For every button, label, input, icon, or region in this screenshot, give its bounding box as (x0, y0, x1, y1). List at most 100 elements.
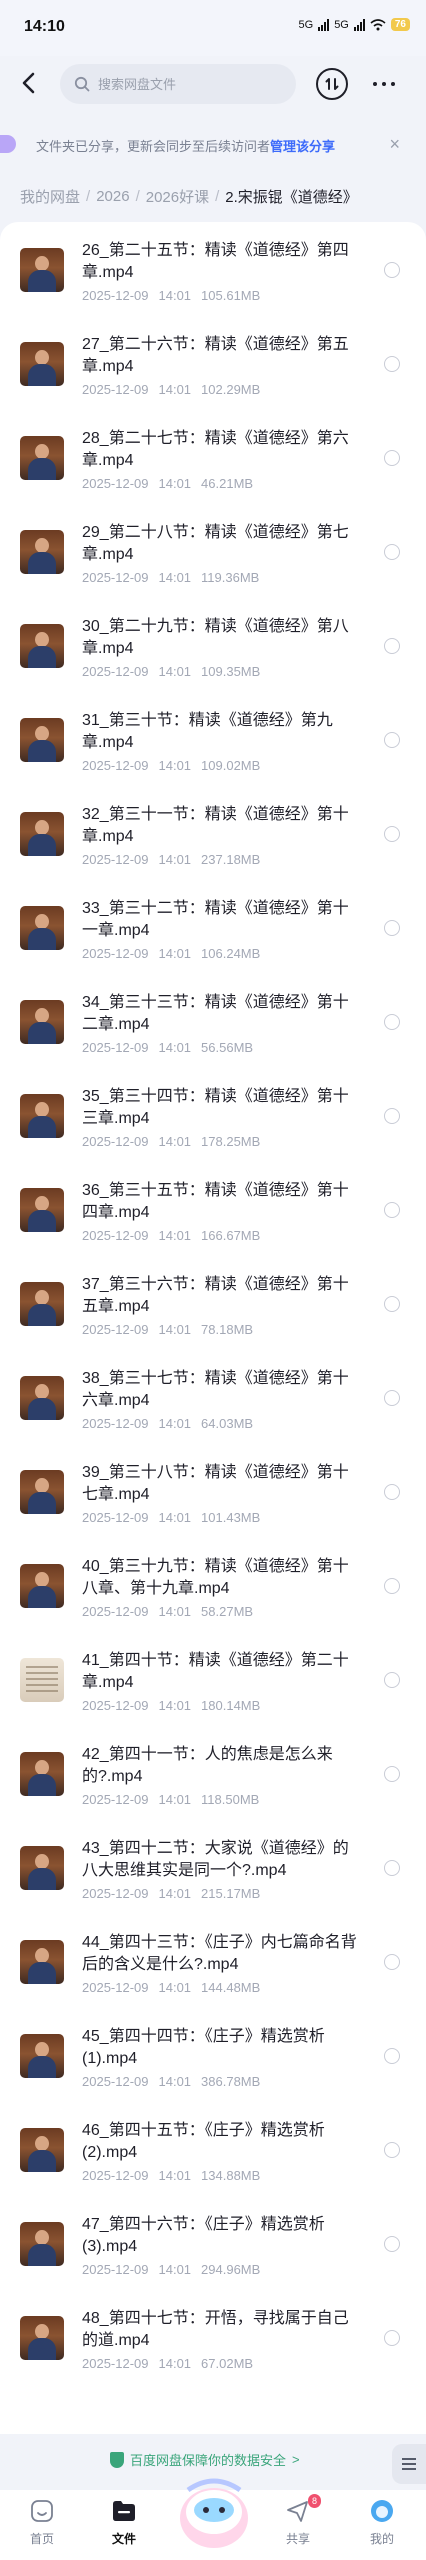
select-radio[interactable] (384, 544, 400, 560)
file-row[interactable]: 33_第三十二节：精读《道德经》第十一章.mp4 2025-12-09 14:01 1… (0, 886, 426, 980)
tab-profile[interactable]: 我的 (352, 2498, 412, 2547)
select-radio[interactable] (384, 920, 400, 936)
breadcrumb-item[interactable]: 我的网盘 (20, 186, 80, 207)
file-row[interactable]: 34_第三十三节：精读《道德经》第十二章.mp4 2025-12-09 14:01 5… (0, 980, 426, 1074)
select-radio[interactable] (384, 1672, 400, 1688)
file-time: 14:01 (158, 1040, 192, 1055)
file-row[interactable]: 40_第三十九节：精读《道德经》第十八章、第十九章.mp4 2025-12-09 1… (0, 1544, 426, 1638)
file-name: 26_第二十五节：精读《道德经》第四章.mp4 (82, 242, 349, 281)
side-menu-button[interactable] (392, 2444, 426, 2484)
file-meta: 2025-12-09 14:01 58.27MB (82, 1604, 253, 1619)
file-row[interactable]: 44_第四十三节：《庄子》内七篇命名背后的含义是什么?.mp4 2025-12-0… (0, 1920, 426, 2014)
file-meta: 2025-12-09 14:01 178.25MB (82, 1134, 260, 1149)
select-radio[interactable] (384, 2330, 400, 2346)
select-radio[interactable] (384, 2048, 400, 2064)
select-radio[interactable] (384, 1390, 400, 1406)
file-row[interactable]: 37_第三十六节：精读《道德经》第十五章.mp4 2025-12-09 14:01 7… (0, 1262, 426, 1356)
file-size: 119.36MB (201, 570, 260, 585)
select-radio[interactable] (384, 1860, 400, 1876)
file-time: 14:01 (158, 2168, 192, 2183)
file-time: 14:01 (158, 1416, 192, 1431)
select-radio[interactable] (384, 1296, 400, 1312)
breadcrumb-item[interactable]: 2026好课 (146, 186, 209, 207)
select-radio[interactable] (384, 732, 400, 748)
file-row[interactable]: 41_第四十节：精读《道德经》第二十章.mp4 2025-12-09 14:01 18… (0, 1638, 426, 1732)
select-radio[interactable] (384, 450, 400, 466)
file-size: 46.21MB (201, 476, 254, 491)
file-row[interactable]: 26_第二十五节：精读《道德经》第四章.mp4 2025-12-09 14:01 10… (0, 228, 426, 322)
select-radio[interactable] (384, 2142, 400, 2158)
video-thumbnail-icon (20, 1188, 64, 1232)
file-date: 2025-12-09 (82, 2074, 149, 2089)
more-button[interactable] (366, 70, 402, 98)
file-date: 2025-12-09 (82, 758, 149, 773)
file-date: 2025-12-09 (82, 1510, 149, 1525)
select-radio[interactable] (384, 1954, 400, 1970)
video-thumbnail-icon (20, 530, 64, 574)
tab-files[interactable]: 文件 (94, 2498, 154, 2547)
select-radio[interactable] (384, 1202, 400, 1218)
file-row[interactable]: 39_第三十八节：精读《道德经》第十七章.mp4 2025-12-09 14:01 1… (0, 1450, 426, 1544)
tab-home[interactable]: 首页 (12, 2498, 72, 2547)
shield-icon (110, 2451, 124, 2468)
file-row[interactable]: 35_第三十四节：精读《道德经》第十三章.mp4 2025-12-09 14:01 1… (0, 1074, 426, 1168)
select-radio[interactable] (384, 262, 400, 278)
file-row[interactable]: 30_第二十九节：精读《道德经》第八章.mp4 2025-12-09 14:01 10… (0, 604, 426, 698)
file-name: 43_第四十二节：大家说《道德经》的八大思维其实是同一个?.mp4 (82, 1840, 349, 1879)
file-size: 58.27MB (201, 1604, 254, 1619)
select-radio[interactable] (384, 2236, 400, 2252)
file-row[interactable]: 28_第二十七节：精读《道德经》第六章.mp4 2025-12-09 14:01 46… (0, 416, 426, 510)
file-row[interactable]: 36_第三十五节：精读《道德经》第十四章.mp4 2025-12-09 14:01 1… (0, 1168, 426, 1262)
back-button[interactable] (14, 68, 44, 98)
select-radio[interactable] (384, 826, 400, 842)
signal-icon (318, 18, 330, 31)
select-radio[interactable] (384, 1484, 400, 1500)
file-date: 2025-12-09 (82, 1322, 149, 1337)
select-radio[interactable] (384, 1014, 400, 1030)
file-name: 36_第三十五节：精读《道德经》第十四章.mp4 (82, 1182, 349, 1221)
file-meta: 2025-12-09 14:01 109.02MB (82, 758, 260, 773)
video-thumbnail-icon (20, 2034, 64, 2078)
video-thumbnail-icon (20, 718, 64, 762)
video-thumbnail-icon (20, 624, 64, 668)
search-box[interactable] (60, 64, 296, 104)
sort-button[interactable] (316, 68, 348, 100)
file-time: 14:01 (158, 1134, 192, 1149)
breadcrumb-item[interactable]: 2026 (96, 188, 129, 205)
file-row[interactable]: 47_第四十六节：《庄子》精选赏析(3).mp4 2025-12-09 14:01 2… (0, 2202, 426, 2296)
file-size: 56.56MB (201, 1040, 254, 1055)
file-time: 14:01 (158, 570, 192, 585)
tab-share[interactable]: 8 共享 (268, 2494, 328, 2547)
chevron-left-icon (22, 72, 35, 94)
file-size: 101.43MB (201, 1510, 261, 1525)
file-row[interactable]: 31_第三十节：精读《道德经》第九章.mp4 2025-12-09 14:01 109… (0, 698, 426, 792)
profile-icon (369, 2498, 395, 2524)
file-row[interactable]: 43_第四十二节：大家说《道德经》的八大思维其实是同一个?.mp4 2025-12… (0, 1826, 426, 1920)
file-date: 2025-12-09 (82, 1040, 149, 1055)
file-row[interactable]: 42_第四十一节：人的焦虑是怎么来的?.mp4 2025-12-09 14:01 11… (0, 1732, 426, 1826)
select-radio[interactable] (384, 1108, 400, 1124)
select-radio[interactable] (384, 356, 400, 372)
select-radio[interactable] (384, 1766, 400, 1782)
file-row[interactable]: 38_第三十七节：精读《道德经》第十六章.mp4 2025-12-09 14:01 6… (0, 1356, 426, 1450)
mascot-icon (180, 2478, 248, 2548)
manage-share-link[interactable]: 管理该分享 (270, 139, 335, 154)
search-icon (74, 76, 90, 92)
file-row[interactable]: 46_第四十五节：《庄子》精选赏析(2).mp4 2025-12-09 14:01 1… (0, 2108, 426, 2202)
file-row[interactable]: 48_第四十七节：开悟，寻找属于自己的道.mp4 2025-12-09 14:01 6… (0, 2296, 426, 2390)
search-input[interactable] (98, 76, 278, 92)
select-radio[interactable] (384, 1578, 400, 1594)
file-row[interactable]: 27_第二十六节：精读《道德经》第五章.mp4 2025-12-09 14:01 10… (0, 322, 426, 416)
mascot-ai-button[interactable] (174, 2466, 254, 2550)
file-row[interactable]: 32_第三十一节：精读《道德经》第十章.mp4 2025-12-09 14:01 23… (0, 792, 426, 886)
file-name: 34_第三十三节：精读《道德经》第十二章.mp4 (82, 994, 349, 1033)
file-time: 14:01 (158, 2074, 192, 2089)
file-time: 14:01 (158, 1604, 192, 1619)
file-name: 29_第二十八节：精读《道德经》第七章.mp4 (82, 524, 349, 563)
close-icon[interactable]: × (389, 134, 400, 155)
file-size: 64.03MB (201, 1416, 254, 1431)
file-meta: 2025-12-09 14:01 46.21MB (82, 476, 253, 491)
file-row[interactable]: 29_第二十八节：精读《道德经》第七章.mp4 2025-12-09 14:01 11… (0, 510, 426, 604)
file-row[interactable]: 45_第四十四节：《庄子》精选赏析(1).mp4 2025-12-09 14:01 3… (0, 2014, 426, 2108)
select-radio[interactable] (384, 638, 400, 654)
